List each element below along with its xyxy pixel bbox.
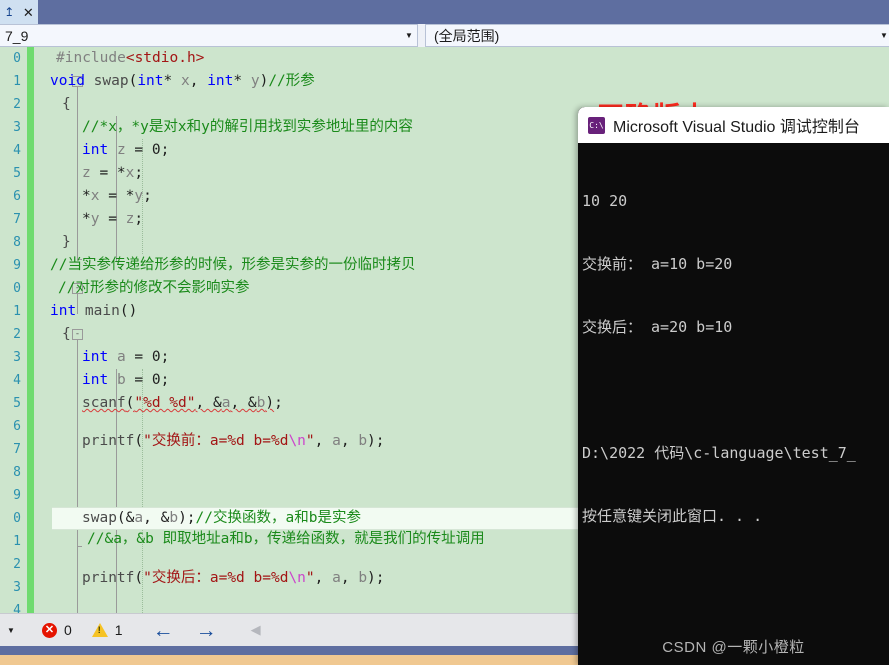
code-line-3[interactable]: {	[62, 93, 71, 116]
code-line-14[interactable]: int a = 0;	[82, 346, 169, 369]
console-title-bar[interactable]: C:\ Microsoft Visual Studio 调试控制台	[578, 107, 889, 143]
warning-count-label: 1	[114, 622, 123, 638]
warning-count-item[interactable]: 1	[91, 622, 123, 638]
line-number: 4	[13, 143, 21, 158]
code-line-21[interactable]: //&a，&b 即取地址a和b，传递给函数，就是我们的传址调用	[87, 528, 485, 551]
code-line-15[interactable]: int b = 0;	[82, 369, 169, 392]
pin-tab-icon[interactable]: ↥	[4, 6, 14, 18]
error-icon: ✕	[42, 622, 57, 638]
chevron-down-icon[interactable]: ▼	[401, 31, 417, 40]
outlining-margin: - - - -	[34, 47, 83, 613]
line-number: 1	[13, 304, 21, 319]
line-number: 0	[13, 511, 21, 526]
code-line-16[interactable]: scanf("%d %d", &a, &b);	[82, 392, 283, 415]
editor-navigation-bar: 7_9 ▼ (全局范围) ▼	[0, 24, 889, 48]
close-tab-icon[interactable]: ✕	[23, 6, 34, 19]
code-line-8[interactable]: *y = z;	[82, 208, 143, 231]
code-line-6[interactable]: z = *x;	[82, 162, 143, 185]
visual-studio-window: ↥ ✕ 7_9 ▼ (全局范围) ▼ 0 1 2 3 4 5 6 7 8 9 0…	[0, 0, 889, 665]
line-number: 2	[13, 97, 21, 112]
line-number: 5	[13, 166, 21, 181]
filter-dropdown-icon[interactable]: ▼	[0, 626, 22, 635]
code-line-20[interactable]: swap(&a, &b);//交换函数，a和b是实参	[52, 507, 580, 530]
scope-member-value: 7_9	[5, 27, 29, 44]
line-number: 3	[13, 350, 21, 365]
line-number: 7	[13, 212, 21, 227]
code-line-2[interactable]: void swap(int* x, int* y)//形参	[50, 70, 315, 93]
change-tracking-bar	[27, 47, 34, 613]
debug-console-window[interactable]: C:\ Microsoft Visual Studio 调试控制台 10 20 …	[578, 107, 889, 665]
line-number: 5	[13, 396, 21, 411]
editor-tabstrip: ↥ ✕	[0, 0, 889, 24]
navigate-back-icon[interactable]: ←	[153, 620, 174, 641]
console-output-line: 交换后： a=20 b=10	[582, 318, 733, 336]
line-number: 0	[13, 51, 21, 66]
line-number: 8	[13, 235, 21, 250]
line-number: 6	[13, 419, 21, 434]
line-number: 8	[13, 465, 21, 480]
code-line-23[interactable]: printf("交换后：a=%d b=%d\n", a, b);	[82, 567, 385, 590]
line-number: 9	[13, 488, 21, 503]
console-output-line: 交换前： a=10 b=20	[582, 255, 733, 273]
code-line-5[interactable]: int z = 0;	[82, 139, 169, 162]
line-number: 3	[13, 120, 21, 135]
line-number: 4	[13, 603, 21, 613]
code-line-1[interactable]: #include<stdio.h>	[56, 47, 204, 70]
console-title-label: Microsoft Visual Studio 调试控制台	[613, 119, 860, 136]
line-number-gutter: 0 1 2 3 4 5 6 7 8 9 0 1 2 3 4 5 6 7 8 9 …	[0, 47, 26, 613]
scope-global-value: (全局范围)	[434, 27, 500, 44]
line-number: 2	[13, 327, 21, 342]
scope-member-dropdown[interactable]: 7_9 ▼	[0, 24, 418, 47]
error-count-label: 0	[64, 622, 72, 638]
scroll-left-icon[interactable]: ◀	[251, 622, 261, 638]
active-tab[interactable]: ↥ ✕	[0, 0, 38, 24]
csdn-watermark: CSDN @一颗小橙粒	[662, 639, 805, 656]
line-number: 1	[13, 534, 21, 549]
code-line-7[interactable]: *x = *y;	[82, 185, 152, 208]
code-line-10[interactable]: //当实参传递给形参的时候，形参是实参的一份临时拷贝	[50, 254, 415, 277]
code-line-18[interactable]: printf("交换前：a=%d b=%d\n", a, b);	[82, 430, 385, 453]
warning-icon	[91, 623, 108, 637]
line-number: 4	[13, 373, 21, 388]
error-count-item[interactable]: ✕ 0	[42, 622, 72, 638]
line-number: 2	[13, 557, 21, 572]
code-line-11[interactable]: //对形参的修改不会影响实参	[58, 277, 249, 300]
chevron-down-icon-2[interactable]: ▼	[876, 31, 889, 40]
line-number: 0	[13, 281, 21, 296]
console-output: 10 20 交换前： a=10 b=20 交换后： a=20 b=10 D:\2…	[578, 143, 889, 569]
code-line-12[interactable]: int main()	[50, 300, 137, 323]
line-number: 7	[13, 442, 21, 457]
line-number: 1	[13, 74, 21, 89]
console-app-icon: C:\	[588, 116, 605, 134]
console-output-line: D:\2022 代码\c-language\test_7_	[582, 444, 856, 462]
code-line-4[interactable]: //*x，*y是对x和y的解引用找到实参地址里的内容	[82, 116, 413, 139]
console-output-line: 按任意键关闭此窗口. . .	[582, 507, 763, 525]
console-output-line: 10 20	[582, 192, 628, 210]
navigate-forward-icon[interactable]: →	[196, 620, 217, 641]
scope-global-dropdown[interactable]: (全局范围) ▼	[425, 24, 889, 47]
code-line-9[interactable]: }	[62, 231, 71, 254]
code-line-13[interactable]: {	[62, 323, 71, 346]
line-number: 9	[13, 258, 21, 273]
line-number: 6	[13, 189, 21, 204]
taskbar-accent	[0, 655, 578, 665]
line-number: 3	[13, 580, 21, 595]
